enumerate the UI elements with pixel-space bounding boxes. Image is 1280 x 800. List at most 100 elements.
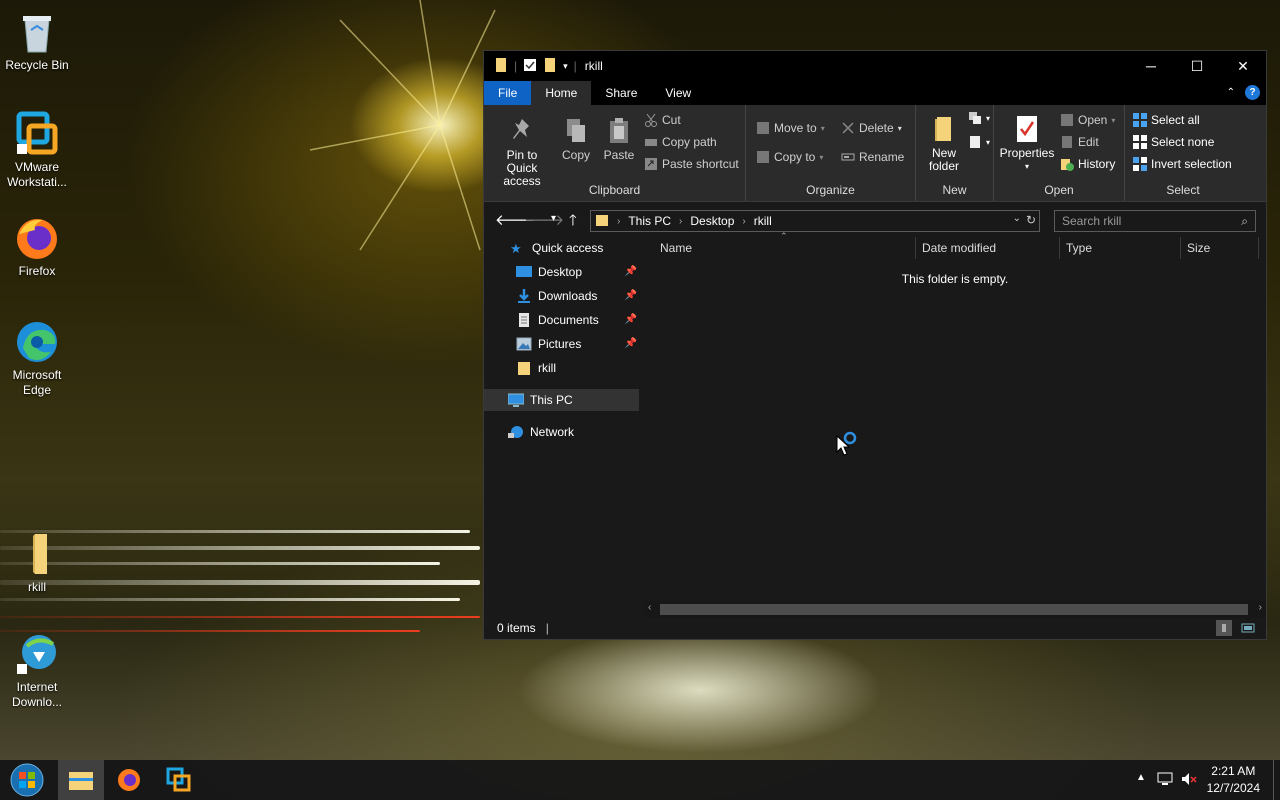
breadcrumb-this-pc[interactable]: This PC	[628, 214, 671, 228]
search-icon: ⌕	[1241, 214, 1248, 228]
window-title: rkill	[584, 59, 603, 73]
new-folder-button[interactable]: New folder	[924, 115, 964, 173]
search-input[interactable]	[1062, 214, 1232, 228]
nav-quick-access[interactable]: ★ Quick access	[484, 237, 639, 259]
collapse-ribbon-chevron-icon[interactable]: ⌃	[1227, 87, 1235, 98]
nav-this-pc[interactable]: This PC	[484, 389, 639, 411]
edit-button[interactable]: Edit	[1060, 135, 1099, 149]
refresh-icon[interactable]: ↻	[1026, 213, 1036, 227]
file-explorer-window[interactable]: | ▾ | rkill ─ ☐ ✕ File Home Share View ⌃…	[483, 50, 1267, 640]
select-none-button[interactable]: Select none	[1133, 135, 1214, 149]
volume-muted-icon[interactable]	[1180, 770, 1198, 791]
address-history-chevron-icon[interactable]: ⌄	[1013, 213, 1021, 224]
open-button[interactable]: Open ▾	[1060, 113, 1115, 127]
copy-to-button[interactable]: Copy to ▾	[756, 150, 823, 164]
column-header-date-modified[interactable]: Date modified	[916, 237, 1060, 259]
large-icons-view-button[interactable]	[1240, 620, 1256, 639]
group-label-new: New	[942, 183, 967, 197]
desktop-icon-internet-download-manager[interactable]: Internet Downlo...	[0, 630, 74, 710]
paste-shortcut-button[interactable]: Paste shortcut	[644, 157, 739, 171]
up-arrow-icon[interactable]: 🡑	[569, 210, 577, 235]
pin-icon: 📌	[624, 338, 637, 349]
scissors-icon	[644, 113, 658, 127]
recycle-bin-icon	[13, 8, 61, 56]
desktop-icon-firefox[interactable]: Firefox	[0, 214, 74, 279]
system-clock[interactable]: 2:21 AM 12/7/2024	[1207, 763, 1260, 797]
column-header-size[interactable]: Size	[1181, 237, 1259, 259]
nav-pictures[interactable]: Pictures 📌	[484, 333, 639, 355]
help-button[interactable]: ?	[1245, 85, 1260, 100]
chevron-right-icon[interactable]: ›	[679, 216, 682, 227]
minimize-button[interactable]: ─	[1128, 51, 1174, 81]
ribbon-group-organize: Move to ▾ Copy to ▾ Delete ▾ Rename Organiz…	[746, 105, 916, 201]
new-folder-quick-icon[interactable]	[543, 57, 557, 76]
select-none-icon	[1133, 135, 1147, 149]
desktop-icon-rkill-folder[interactable]: rkill	[0, 530, 74, 595]
nav-documents[interactable]: Documents 📌	[484, 309, 639, 331]
start-button[interactable]	[4, 760, 50, 800]
tab-home[interactable]: Home	[531, 81, 592, 105]
customize-toolbar-chevron-icon[interactable]: ▾	[563, 61, 568, 72]
nav-desktop[interactable]: Desktop 📌	[484, 261, 639, 283]
scrollbar-thumb[interactable]	[660, 604, 1248, 615]
clock-date: 12/7/2024	[1206, 781, 1260, 795]
select-all-button[interactable]: Select all	[1133, 113, 1200, 127]
chevron-right-icon[interactable]: ›	[742, 216, 745, 227]
paste-button[interactable]: Paste	[600, 117, 638, 162]
copy-path-button[interactable]: Copy path	[644, 135, 717, 149]
history-button[interactable]: History	[1060, 157, 1115, 171]
horizontal-scrollbar[interactable]: ‹ ›	[644, 601, 1266, 618]
taskbar: ▲ 2:21 AM 12/7/2024	[0, 760, 1280, 800]
tab-file[interactable]: File	[484, 81, 532, 105]
scroll-right-chevron-icon[interactable]: ›	[1259, 602, 1262, 613]
delete-button[interactable]: Delete ▾	[841, 121, 902, 135]
column-header-name[interactable]: Name	[654, 237, 916, 259]
tab-share[interactable]: Share	[591, 81, 651, 105]
recent-locations-chevron-icon[interactable]: ▾	[551, 213, 556, 224]
breadcrumb-desktop[interactable]: Desktop	[690, 214, 734, 228]
copy-button[interactable]: Copy	[558, 117, 594, 162]
vmware-icon	[166, 767, 191, 792]
properties-quick-icon[interactable]	[523, 58, 537, 75]
search-box[interactable]: ⌕	[1054, 210, 1256, 232]
taskbar-file-explorer[interactable]	[58, 760, 104, 800]
ribbon: Pin to Quick access Copy Paste Cut Copy …	[484, 105, 1266, 202]
show-hidden-icons-chevron-icon[interactable]: ▲	[1136, 772, 1146, 783]
quick-access-toolbar: | ▾ |	[484, 57, 577, 76]
breadcrumb-rkill[interactable]: rkill	[754, 214, 772, 228]
network-tray-icon[interactable]	[1156, 770, 1174, 791]
desktop-icon-edge[interactable]: Microsoft Edge	[0, 318, 74, 398]
taskbar-firefox[interactable]	[106, 760, 152, 800]
invert-selection-button[interactable]: Invert selection	[1133, 157, 1232, 171]
download-arrow-icon	[516, 289, 532, 303]
rename-button[interactable]: Rename	[841, 150, 904, 164]
pin-to-quick-access-button[interactable]: Pin to Quick access	[490, 117, 554, 188]
nav-downloads[interactable]: Downloads 📌	[484, 285, 639, 307]
move-to-button[interactable]: Move to ▾	[756, 121, 825, 135]
file-list[interactable]: ⌃ Name Date modified Type Size This fold…	[644, 231, 1266, 607]
properties-icon	[1014, 115, 1040, 143]
easy-access-button[interactable]: ▾	[968, 135, 990, 149]
taskbar-vmware[interactable]	[156, 760, 202, 800]
title-bar[interactable]: | ▾ | rkill ─ ☐ ✕	[484, 51, 1266, 81]
forward-arrow-icon[interactable]: 🡒	[524, 210, 564, 229]
cut-button[interactable]: Cut	[644, 113, 681, 127]
close-button[interactable]: ✕	[1220, 51, 1266, 81]
details-view-button[interactable]	[1216, 620, 1232, 636]
maximize-button[interactable]: ☐	[1174, 51, 1220, 81]
show-desktop-button[interactable]	[1273, 760, 1280, 800]
tab-view[interactable]: View	[651, 81, 705, 105]
address-bar[interactable]: › This PC › Desktop › rkill ⌄ ↻	[590, 210, 1040, 232]
desktop-icon-recycle-bin[interactable]: Recycle Bin	[0, 8, 74, 73]
nav-rkill[interactable]: rkill	[484, 357, 639, 379]
busy-cursor	[836, 430, 862, 459]
nav-network[interactable]: Network	[484, 421, 639, 443]
desktop-icon-vmware[interactable]: VMware Workstati...	[0, 110, 74, 190]
toolbar-separator: |	[573, 59, 577, 73]
scroll-left-chevron-icon[interactable]: ‹	[648, 602, 651, 613]
column-header-type[interactable]: Type	[1060, 237, 1181, 259]
new-item-button[interactable]: ▾	[968, 111, 990, 125]
pin-icon: 📌	[624, 290, 637, 301]
properties-button[interactable]: Properties ▾	[998, 115, 1056, 173]
wallpaper-streetlight-rays	[309, 0, 496, 251]
